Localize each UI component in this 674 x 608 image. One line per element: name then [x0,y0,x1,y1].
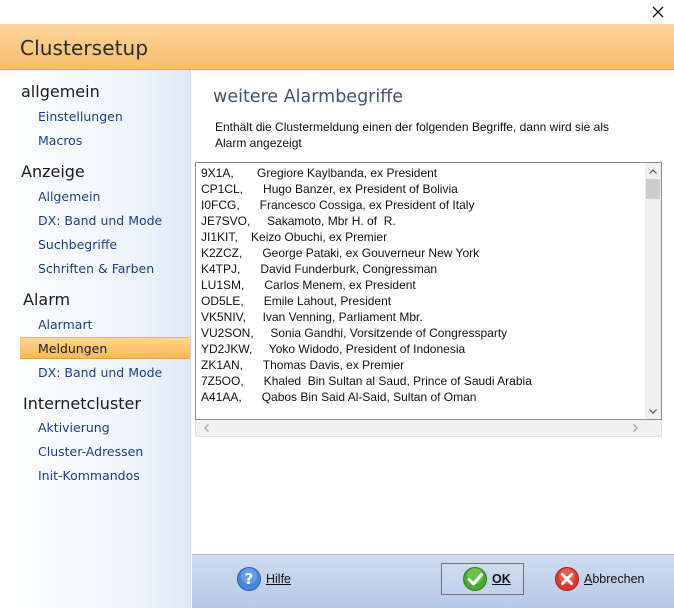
chevron-down-icon [649,408,657,414]
alarm-terms-textbox[interactable]: 9X1A, Gregiore Kaylbanda, ex President CP… [195,162,662,420]
sidebar-item-suchbegriffe[interactable]: Suchbegriffe [20,234,190,256]
alarm-term-line: JE7SVO, Sakamoto, Mbr H. of R. [201,214,396,228]
chevron-left-icon [203,424,209,432]
cancel-label: Abbrechen [584,572,645,586]
alarm-term-line: I0FCG, Francesco Cossiga, ex President o… [201,198,475,212]
sidebar-navigation: allgemein Einstellungen Macros Anzeige A… [0,70,191,608]
sidebar-item-einstellungen[interactable]: Einstellungen [20,106,190,128]
sidebar-item-aktivierung[interactable]: Aktivierung [20,417,190,439]
alarm-term-line: K2ZCZ, George Pataki, ex Gouverneur New … [201,246,480,260]
group-title-internetcluster: Internetcluster [23,394,141,413]
window-titlebar [0,0,674,24]
alarm-term-line: JI1KIT, Keizo Obuchi, ex Premier [201,230,388,244]
cancel-icon [555,567,579,591]
alarm-term-line: CP1CL, Hugo Banzer, ex President of Boli… [201,182,458,196]
alarm-term-line: VK5NIV, Ivan Venning, Parliament Mbr. [201,310,423,324]
alarm-term-line: VU2SON, Sonia Gandhi, Vorsitzende of Con… [201,326,508,340]
scroll-down-button[interactable] [645,403,661,419]
alarm-term-line: 7Z5OO, Khaled Bin Sultan al Saud, Prince… [201,374,532,388]
alarm-terms-list[interactable]: 9X1A, Gregiore Kaylbanda, ex President CP… [196,163,646,421]
sidebar-item-macros[interactable]: Macros [20,130,190,152]
section-title: weitere Alarmbegriffe [213,87,404,107]
group-title-anzeige: Anzeige [21,162,85,181]
help-button[interactable]: ? Hilfe [236,563,291,595]
alarm-term-line: YD2JKW, Yoko Widodo, President of Indone… [201,342,466,356]
cancel-button[interactable]: Abbrechen [554,563,644,595]
sidebar-item-alarmart[interactable]: Alarmart [20,314,190,336]
section-description: Enthält die Clustermeldung einen der fol… [215,120,610,150]
close-button[interactable] [646,2,670,22]
scrollbar-thumb[interactable] [646,179,660,199]
sidebar-item-cluster-adressen[interactable]: Cluster-Adressen [20,441,190,463]
sidebar-item-alarm-dx-band-mode[interactable]: DX: Band und Mode [20,362,190,384]
sidebar-item-meldungen[interactable]: Meldungen [20,337,190,359]
help-label: Hilfe [266,572,292,586]
ok-label: OK [492,572,511,586]
dialog-title: Clustersetup [20,36,149,60]
scroll-up-button[interactable] [645,163,661,179]
alarm-term-line: A41AA, Qabos Bin Said Al-Said, Sultan of… [201,390,477,404]
dialog-header: Clustersetup [0,24,674,70]
alarm-term-line: ZK1AN, Thomas Davis, ex Premier [201,358,405,372]
checkmark-icon [463,567,487,591]
ok-button[interactable]: OK [441,563,524,595]
alarm-term-line: K4TPJ, David Funderburk, Congressman [201,262,438,276]
sidebar-item-init-kommandos[interactable]: Init-Kommandos [20,465,190,487]
alarm-term-line: 9X1A, Gregiore Kaylbanda, ex President [201,166,438,180]
alarm-term-line: LU1SM, Carlos Menem, ex President [201,278,416,292]
chevron-up-icon [649,168,657,174]
group-title-allgemein: allgemein [21,82,100,101]
horizontal-scrollbar[interactable] [195,420,662,437]
group-title-alarm: Alarm [23,290,71,309]
scroll-left-button[interactable] [198,420,214,436]
close-icon [652,6,664,18]
sidebar-item-allgemein[interactable]: Allgemein [20,186,190,208]
sidebar-item-schriften-farben[interactable]: Schriften & Farben [20,258,190,280]
chevron-right-icon [632,424,638,432]
sidebar-item-dx-band-mode[interactable]: DX: Band und Mode [20,210,190,232]
alarm-term-line: OD5LE, Emile Lahout, President [201,294,392,308]
dialog-footer: ? Hilfe OK Abbrechen [192,554,674,608]
scroll-right-button[interactable] [627,420,643,436]
help-icon: ? [237,567,261,591]
vertical-scrollbar[interactable] [645,163,661,419]
svg-text:?: ? [245,570,254,588]
